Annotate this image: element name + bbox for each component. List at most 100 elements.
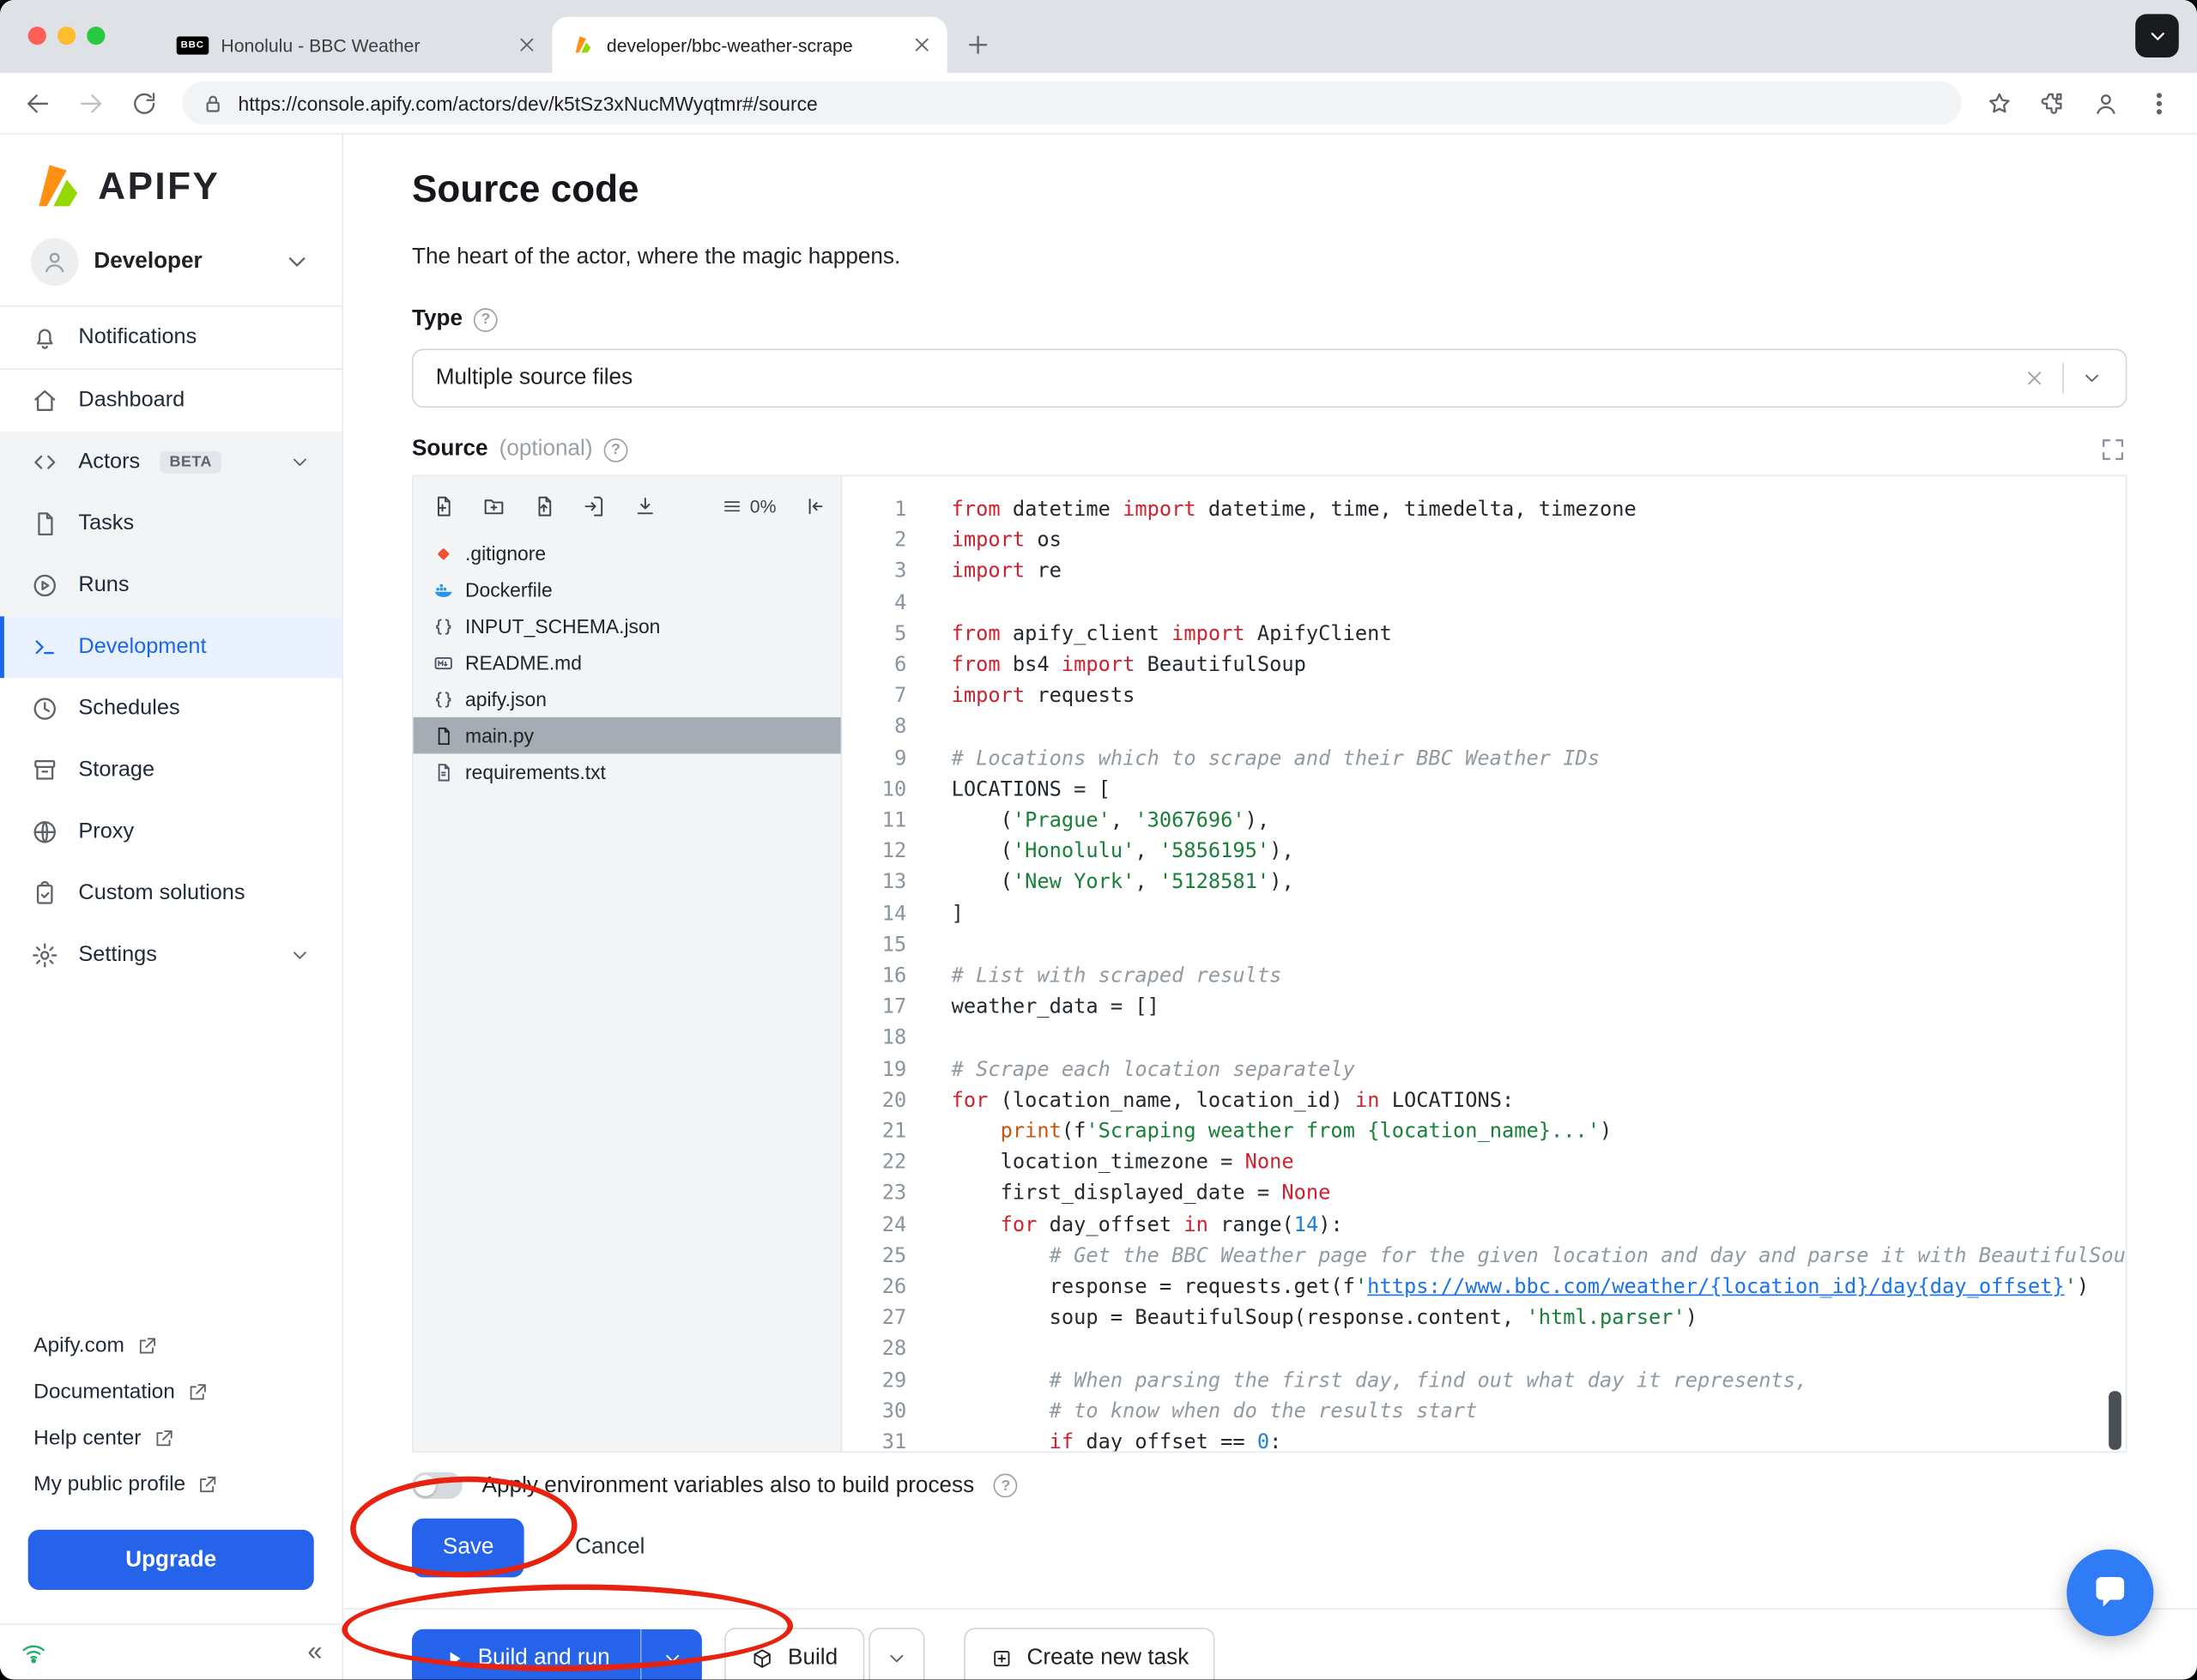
close-tab-icon[interactable] (516, 33, 538, 56)
chevron-down-icon (890, 1654, 904, 1663)
collapse-sidebar-button[interactable]: « (307, 1637, 322, 1668)
new-file-icon[interactable] (432, 494, 456, 518)
tab-bbc-weather[interactable]: BBC Honolulu - BBC Weather (157, 17, 552, 73)
address-bar[interactable]: https://console.apify.com/actors/dev/k5t… (182, 81, 1962, 125)
sidebar-item-custom-solutions[interactable]: Custom solutions (0, 863, 342, 925)
file-item-input-schema[interactable]: INPUT_SCHEMA.json (414, 608, 841, 644)
fullscreen-icon[interactable] (2099, 436, 2127, 464)
cancel-button[interactable]: Cancel (575, 1535, 645, 1560)
line-number: 8 (894, 716, 907, 740)
file-item-requirements[interactable]: requirements.txt (414, 753, 841, 789)
code-line: 4 (842, 588, 2126, 619)
new-folder-icon[interactable] (482, 494, 506, 518)
collapse-left-icon[interactable] (803, 494, 827, 518)
chevron-down-icon[interactable] (2080, 367, 2103, 390)
code-editor[interactable]: 1 from datetime import datetime, time, ti… (842, 476, 2126, 1451)
env-toggle[interactable] (411, 1472, 463, 1499)
save-button[interactable]: Save (411, 1518, 525, 1578)
code-text: import os (951, 529, 1062, 553)
upload-file-icon[interactable] (532, 494, 556, 518)
sidebar-item-dashboard[interactable]: Dashboard (0, 370, 342, 432)
build-and-run-dropdown[interactable] (640, 1629, 703, 1680)
chat-bubble-icon (2096, 1576, 2125, 1607)
bookmark-button[interactable] (1976, 79, 2024, 127)
build-and-run-split-button: Build and run (411, 1629, 703, 1680)
minimize-window-button[interactable] (57, 27, 76, 45)
link-help-center[interactable]: Help center (0, 1415, 342, 1461)
sidebar-item-label: Notifications (78, 324, 197, 349)
help-icon[interactable] (994, 1473, 1018, 1498)
file-item-apify-json[interactable]: apify.json (414, 680, 841, 716)
sidebar-item-runs[interactable]: Runs (0, 554, 342, 617)
import-file-icon[interactable] (583, 494, 607, 518)
close-window-button[interactable] (27, 27, 46, 45)
source-optional-label: (optional) (499, 437, 593, 462)
padlock-icon (206, 94, 220, 112)
profile-button[interactable] (2082, 79, 2130, 127)
help-icon[interactable] (474, 307, 498, 332)
logo-row[interactable]: APIFY (0, 135, 342, 224)
build-button[interactable]: Build (724, 1628, 865, 1680)
code-line: 30 # to know when do the results start (842, 1397, 2126, 1428)
sidebar-item-actors[interactable]: Actors BETA (0, 431, 342, 493)
help-icon[interactable] (603, 438, 628, 462)
link-documentation[interactable]: Documentation (0, 1369, 342, 1415)
sidebar-item-settings[interactable]: Settings (0, 925, 342, 987)
menu-button[interactable] (2135, 79, 2183, 127)
person-icon (2097, 94, 2115, 114)
external-link-icon (190, 1383, 206, 1399)
file-item-gitignore[interactable]: .gitignore (414, 535, 841, 571)
build-bar: Build and run Build Create new task (411, 1610, 2127, 1680)
reload-button[interactable] (120, 79, 168, 127)
sidebar-item-development[interactable]: Development (0, 616, 342, 679)
file-name: README.md (465, 651, 582, 674)
create-new-task-button[interactable]: Create new task (964, 1628, 1216, 1680)
line-number: 17 (881, 996, 907, 1019)
link-apify-com[interactable]: Apify.com (0, 1322, 342, 1369)
line-number: 18 (881, 1027, 907, 1050)
editor-scrollbar-thumb[interactable] (2109, 1391, 2121, 1450)
file-item-dockerfile[interactable]: Dockerfile (414, 571, 841, 607)
type-select[interactable]: Multiple source files (411, 348, 2127, 408)
chevron-down-icon (293, 458, 306, 466)
link-my-public-profile[interactable]: My public profile (0, 1461, 342, 1508)
file-name: requirements.txt (465, 760, 606, 783)
bbc-favicon: BBC (176, 35, 209, 54)
task-plus-icon (994, 1650, 1010, 1667)
chat-widget-button[interactable] (2067, 1549, 2154, 1636)
sidebar-item-label: Schedules (78, 696, 180, 721)
sidebar-item-proxy[interactable]: Proxy (0, 801, 342, 863)
upgrade-button[interactable]: Upgrade (27, 1529, 314, 1591)
account-switcher[interactable]: Developer (0, 224, 342, 305)
tab-title: developer/bbc-weather-scrape (606, 33, 853, 56)
new-tab-button[interactable] (959, 25, 998, 64)
line-number: 24 (881, 1213, 907, 1237)
forward-button[interactable] (67, 79, 115, 127)
clear-icon[interactable] (2024, 367, 2046, 390)
code-text: ('New York', '5128581'), (951, 872, 1294, 895)
sidebar-item-schedules[interactable]: Schedules (0, 678, 342, 740)
code-line: 13 ('New York', '5128581'), (842, 867, 2126, 898)
file-item-readme[interactable]: README.md (414, 644, 841, 680)
extensions-button[interactable] (2029, 79, 2077, 127)
back-button[interactable] (14, 79, 62, 127)
browser-menu-button[interactable] (2135, 14, 2179, 57)
sidebar-item-storage[interactable]: Storage (0, 740, 342, 801)
external-link-icon (139, 1337, 155, 1353)
docker-icon (433, 579, 453, 600)
code-line: 20 for (location_name, location_id) in LO… (842, 1085, 2126, 1116)
sidebar-item-notifications[interactable]: Notifications (0, 307, 342, 369)
page-title: Source code (411, 167, 639, 210)
zoom-indicator[interactable]: 0% (722, 495, 776, 517)
download-icon[interactable] (633, 494, 657, 518)
file-item-main-py[interactable]: main.py (413, 716, 841, 754)
maximize-window-button[interactable] (87, 27, 106, 45)
line-number: 10 (881, 778, 907, 801)
close-tab-icon[interactable] (911, 33, 933, 56)
build-dropdown[interactable] (869, 1628, 925, 1680)
build-and-run-button[interactable]: Build and run (411, 1629, 641, 1680)
tab-apify-console[interactable]: developer/bbc-weather-scrape (552, 16, 947, 73)
sidebar-item-tasks[interactable]: Tasks (0, 493, 342, 555)
